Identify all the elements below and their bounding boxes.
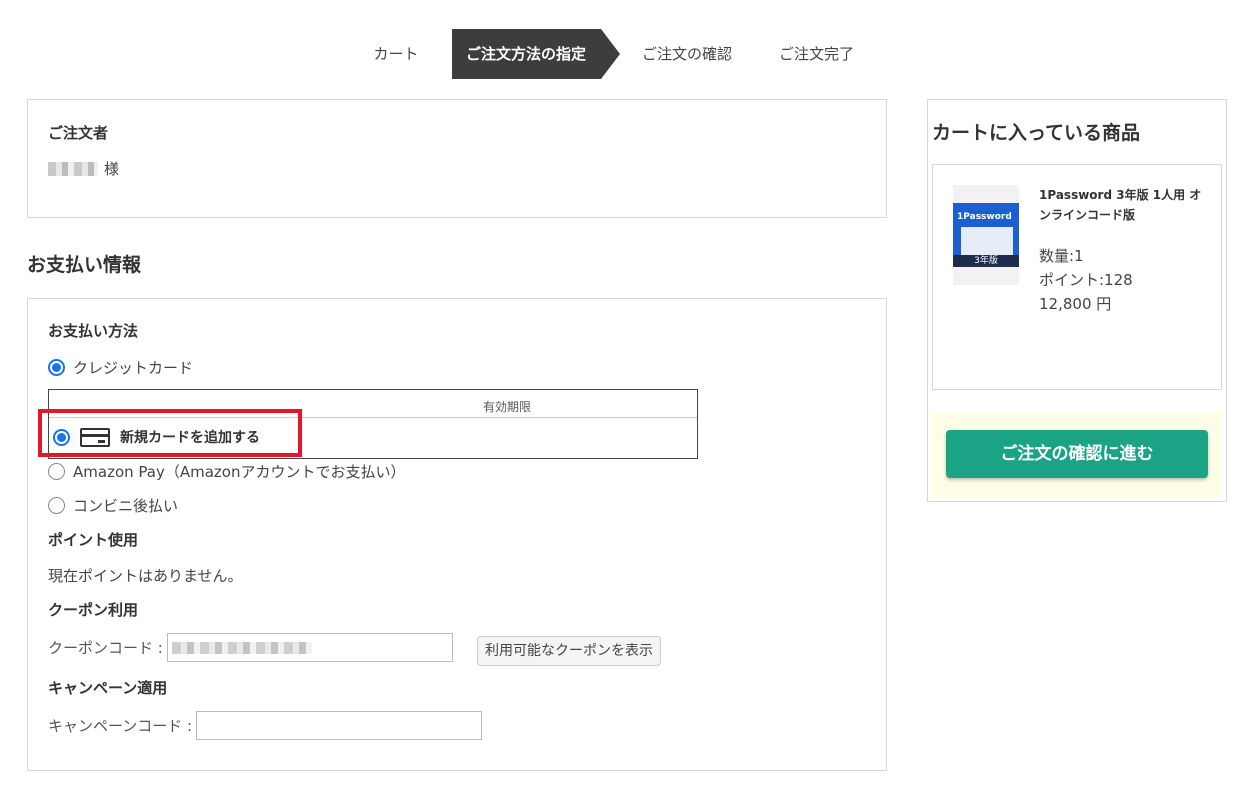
cart-item: 1Password 3年版 1Password 3年版 1人用 オンラインコード… — [932, 164, 1222, 390]
radio-credit-card-label: クレジットカード — [73, 359, 194, 377]
radio-konbini-label: コンビニ後払い — [73, 497, 179, 515]
coupon-row: クーポンコード : — [48, 633, 453, 662]
radio-amazon-pay[interactable]: Amazon Pay（Amazonアカウントでお支払い） — [48, 461, 405, 482]
redacted-name — [48, 161, 98, 176]
payment-method-label: お支払い方法 — [48, 322, 139, 340]
campaign-field-label: キャンペーンコード : — [48, 717, 193, 735]
coupon-label: クーポン利用 — [48, 601, 139, 619]
cart-panel: カートに入っている商品 1Password 3年版 1Password 3年版 … — [927, 99, 1227, 502]
campaign-code-input[interactable] — [196, 711, 483, 740]
name-suffix: 様 — [104, 160, 120, 178]
points-message: 現在ポイントはありません。 — [48, 567, 243, 585]
step-cart: カート — [373, 45, 419, 63]
payment-box: お支払い方法 クレジットカード 有効期限 新規カードを追加する Amazon P… — [27, 298, 887, 771]
orderer-box: ご注文者 様 — [27, 99, 887, 218]
product-price: 12,800 円 — [1039, 295, 1112, 313]
product-box-art: 1Password 3年版 — [953, 203, 1019, 267]
radio-credit-card[interactable]: クレジットカード — [48, 357, 193, 378]
product-brand: 1Password — [957, 212, 1012, 222]
points-label: ポイント使用 — [48, 531, 139, 549]
step-order-complete: ご注文完了 — [779, 45, 855, 63]
proceed-to-confirm-button[interactable]: ご注文の確認に進む — [946, 430, 1208, 478]
radio-konbini[interactable]: コンビニ後払い — [48, 495, 178, 516]
campaign-row: キャンペーンコード : — [48, 711, 483, 740]
radio-credit-card-control[interactable] — [48, 359, 65, 376]
cta-area: ご注文の確認に進む — [932, 412, 1222, 498]
highlight-annotation — [38, 409, 302, 457]
campaign-label: キャンペーン適用 — [48, 679, 168, 697]
radio-amazon-pay-label: Amazon Pay（Amazonアカウントでお支払い） — [73, 463, 406, 481]
orderer-name: 様 — [48, 158, 119, 179]
product-thumbnail: 1Password 3年版 — [953, 185, 1019, 285]
step-order-confirm: ご注文の確認 — [642, 45, 733, 63]
redacted-coupon-code — [171, 642, 312, 654]
payment-section-title: お支払い情報 — [27, 254, 142, 276]
radio-konbini-control[interactable] — [48, 497, 65, 514]
coupon-code-input[interactable] — [166, 633, 453, 662]
step-order-method: ご注文方法の指定 — [452, 29, 620, 79]
product-quantity: 数量:1 — [1039, 247, 1084, 265]
product-points: ポイント:128 — [1039, 271, 1133, 289]
product-screen-image — [961, 227, 1013, 255]
coupon-field-label: クーポンコード : — [48, 639, 163, 657]
orderer-label: ご注文者 — [48, 124, 109, 142]
product-edition-band: 3年版 — [953, 255, 1019, 267]
radio-amazon-pay-control[interactable] — [48, 463, 65, 480]
checkout-stepper: カート ご注文方法の指定 ご注文の確認 ご注文完了 — [340, 29, 878, 79]
show-coupons-button[interactable]: 利用可能なクーポンを表示 — [477, 636, 661, 666]
product-name: 1Password 3年版 1人用 オンラインコード版 — [1039, 188, 1202, 222]
cart-title: カートに入っている商品 — [932, 122, 1141, 144]
